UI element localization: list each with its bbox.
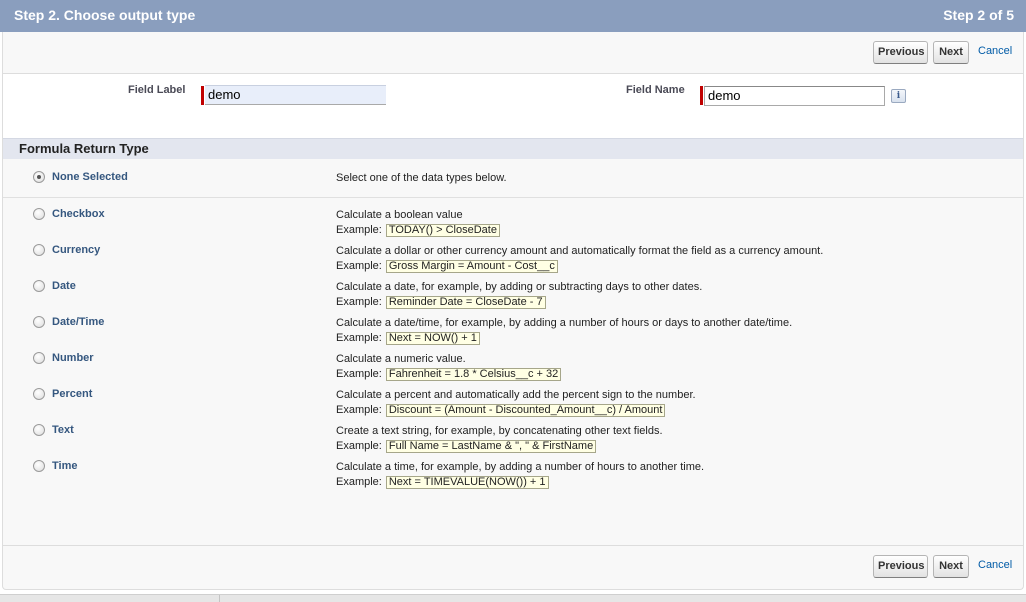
cancel-link-bottom[interactable]: Cancel <box>978 555 1012 576</box>
next-button-top[interactable]: Next <box>933 41 969 64</box>
example-code: Next = NOW() + 1 <box>385 332 480 345</box>
option-description: Calculate a time, for example, by adding… <box>336 461 705 473</box>
option-label[interactable]: None Selected <box>52 171 128 183</box>
required-indicator <box>201 86 204 105</box>
divider <box>219 595 220 602</box>
field-name-input[interactable]: demo <box>704 86 885 106</box>
example-line: Example: Discount = (Amount - Discounted_… <box>336 404 666 417</box>
option-description: Calculate a date, for example, by adding… <box>336 281 703 293</box>
option-label[interactable]: Checkbox <box>52 208 105 220</box>
option-description: Calculate a date/time, for example, by a… <box>336 317 793 329</box>
radio-currency[interactable] <box>33 244 45 256</box>
example-line: Example: Full Name = LastName & ", " & Fi… <box>336 440 597 453</box>
cancel-link-top[interactable]: Cancel <box>978 41 1012 62</box>
example-prefix: Example: <box>336 440 382 452</box>
example-line: Example: Fahrenheit = 1.8 * Celsius__c + … <box>336 368 562 381</box>
example-line: Example: Next = TIMEVALUE(NOW()) + 1 <box>336 476 549 489</box>
bottom-strip <box>0 594 1026 602</box>
example-code: Discount = (Amount - Discounted_Amount__… <box>385 404 666 417</box>
example-code: Reminder Date = CloseDate - 7 <box>385 296 546 309</box>
example-prefix: Example: <box>336 476 382 488</box>
example-line: Example: Gross Margin = Amount - Cost__c <box>336 260 558 273</box>
radio-date[interactable] <box>33 280 45 292</box>
radio-datetime[interactable] <box>33 316 45 328</box>
field-area: Field Label demo Field Name demo i <box>3 74 1023 138</box>
option-description: Calculate a percent and automatically ad… <box>336 389 696 401</box>
example-code: Next = TIMEVALUE(NOW()) + 1 <box>385 476 549 489</box>
divider <box>3 197 1023 198</box>
radio-checkbox[interactable] <box>33 208 45 220</box>
section-title: Formula Return Type <box>19 141 149 156</box>
example-line: Example: Next = NOW() + 1 <box>336 332 480 345</box>
example-prefix: Example: <box>336 260 382 272</box>
option-description: Select one of the data types below. <box>336 172 507 184</box>
example-line: Example: Reminder Date = CloseDate - 7 <box>336 296 546 309</box>
option-label[interactable]: Text <box>52 424 74 436</box>
radio-text[interactable] <box>33 424 45 436</box>
radio-number[interactable] <box>33 352 45 364</box>
step-title: Step 2. Choose output type <box>14 7 196 23</box>
option-label[interactable]: Percent <box>52 388 92 400</box>
step-counter: Step 2 of 5 <box>943 7 1014 23</box>
required-indicator <box>700 86 703 105</box>
step-header: Step 2. Choose output type Step 2 of 5 <box>0 0 1026 32</box>
field-label-input[interactable]: demo <box>205 85 386 105</box>
option-description: Calculate a numeric value. <box>336 353 466 365</box>
option-label[interactable]: Number <box>52 352 94 364</box>
example-line: Example: TODAY() > CloseDate <box>336 224 500 237</box>
radio-percent[interactable] <box>33 388 45 400</box>
example-prefix: Example: <box>336 296 382 308</box>
option-label[interactable]: Date/Time <box>52 316 104 328</box>
radio-time[interactable] <box>33 460 45 472</box>
return-type-list: None Selected Select one of the data typ… <box>3 159 1023 545</box>
page: Step 2. Choose output type Step 2 of 5 P… <box>0 0 1026 602</box>
example-prefix: Example: <box>336 368 382 380</box>
field-label-label: Field Label <box>128 84 186 96</box>
previous-button-bottom[interactable]: Previous <box>873 555 928 578</box>
next-button-bottom[interactable]: Next <box>933 555 969 578</box>
example-code: Fahrenheit = 1.8 * Celsius__c + 32 <box>385 368 562 381</box>
field-name-label: Field Name <box>626 84 685 96</box>
example-code: Full Name = LastName & ", " & FirstName <box>385 440 597 453</box>
option-description: Calculate a boolean value <box>336 209 463 221</box>
option-label[interactable]: Currency <box>52 244 100 256</box>
formula-return-type-section: Formula Return Type <box>3 138 1023 159</box>
previous-button-top[interactable]: Previous <box>873 41 928 64</box>
option-label[interactable]: Time <box>52 460 77 472</box>
option-description: Calculate a dollar or other currency amo… <box>336 245 824 257</box>
example-prefix: Example: <box>336 404 382 416</box>
info-icon[interactable]: i <box>891 89 906 103</box>
option-description: Create a text string, for example, by co… <box>336 425 663 437</box>
example-code: Gross Margin = Amount - Cost__c <box>385 260 558 273</box>
example-prefix: Example: <box>336 224 382 236</box>
example-code: TODAY() > CloseDate <box>385 224 500 237</box>
divider <box>2 545 1024 546</box>
option-label[interactable]: Date <box>52 280 76 292</box>
example-prefix: Example: <box>336 332 382 344</box>
radio-none-selected[interactable] <box>33 171 45 183</box>
